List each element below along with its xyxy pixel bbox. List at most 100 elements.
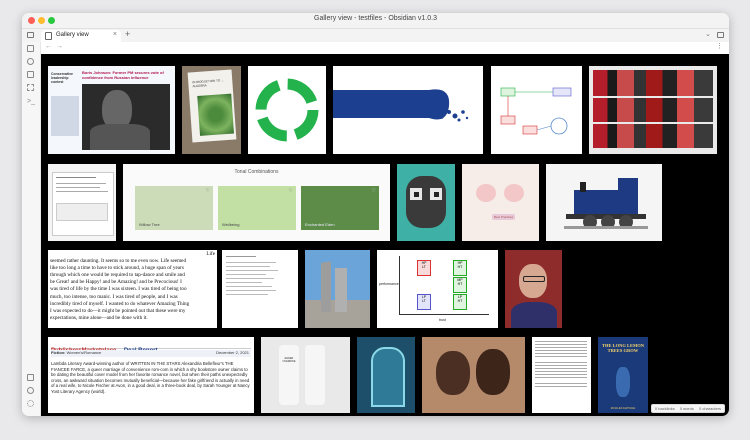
gallery-tile-screenshot-grid[interactable] bbox=[589, 66, 717, 154]
x-axis-label: trust bbox=[439, 318, 446, 322]
help-icon[interactable] bbox=[27, 387, 34, 394]
swatch-willow-tree: Willow Tree ♡ bbox=[135, 186, 213, 230]
gallery-tile-code-screenshot[interactable] bbox=[48, 164, 116, 241]
calendar-icon[interactable] bbox=[27, 71, 34, 78]
book-title: INTRODUCTION TO ... ALGEBRA bbox=[192, 78, 224, 89]
book-cover: INTRODUCTION TO ... ALGEBRA bbox=[187, 69, 237, 143]
poem-line: like too long a time to have to stick ar… bbox=[50, 265, 184, 272]
gallery-tile-puppies[interactable] bbox=[422, 337, 525, 413]
back-icon[interactable]: ← bbox=[45, 43, 52, 50]
portrait-shirt bbox=[511, 302, 557, 328]
gallery-view: Conservative leadership contest Boris Jo… bbox=[41, 54, 729, 416]
quad-hp-ht: HP HT bbox=[453, 260, 467, 276]
right-sidebar-toggle-icon[interactable] bbox=[717, 32, 724, 38]
gallery-tile-pigs[interactable]: Best Practices bbox=[462, 164, 539, 241]
bottle-label: ENDER OVERRIDE bbox=[282, 357, 296, 363]
tonal-title: Tonal Combinations bbox=[234, 169, 279, 175]
terminal-icon[interactable]: >_ bbox=[27, 98, 35, 105]
gallery-tile-text-page[interactable] bbox=[532, 337, 591, 413]
app-window: Gallery view - testfiles - Obsidian v1.0… bbox=[22, 13, 729, 416]
gallery-tile-bottles[interactable]: ENDER OVERRIDE bbox=[261, 337, 350, 413]
status-bar: 0 backlinks 0 words 0 characters bbox=[650, 404, 725, 413]
gallery-tile-tonal-combinations[interactable]: Tonal Combinations Willow Tree ♡ Wellbei… bbox=[123, 164, 390, 241]
gallery-tile-lemon-book[interactable]: THE LONG LEMON TREES GROW ZOULFA KATOUH bbox=[598, 337, 648, 413]
poem-line: through which one would be required to t… bbox=[50, 272, 185, 279]
quad-hp-lt: HP LT bbox=[417, 260, 431, 276]
pixel-art bbox=[406, 176, 446, 228]
gallery-tile-flow-diagram[interactable] bbox=[491, 66, 582, 154]
deal-body: Lambda Literary Award-winning author of … bbox=[51, 361, 250, 394]
new-tab-icon[interactable]: + bbox=[125, 29, 130, 39]
sidebar-toggle-icon[interactable] bbox=[27, 32, 34, 38]
gallery-tile-monument[interactable] bbox=[305, 250, 370, 328]
wave-graphic bbox=[429, 89, 469, 122]
gallery-tile-portrait[interactable] bbox=[505, 250, 562, 328]
deal-header: PublishersMarketplace Deal Report bbox=[51, 339, 251, 354]
tab-bar: Gallery view × + ⌄ bbox=[22, 29, 729, 42]
quad-lp-ht: LP HT bbox=[453, 294, 467, 310]
puppy bbox=[476, 349, 510, 395]
gallery-tile-green-cycle[interactable] bbox=[248, 66, 326, 154]
y-axis bbox=[399, 256, 400, 314]
tab-label: Gallery view bbox=[56, 32, 89, 38]
flow-diagram bbox=[500, 87, 572, 135]
poem-line: was tired of life by the time I was sixt… bbox=[50, 286, 187, 293]
pig-label: Best Practices bbox=[492, 214, 516, 220]
tile-caption: Conservative leadership contest bbox=[51, 72, 73, 84]
ribbon: >_ bbox=[22, 42, 41, 416]
swatch-wellbeing: Wellbeing ♡ bbox=[218, 186, 296, 230]
poem-line: much, too intense, too manic. I was tire… bbox=[50, 293, 178, 300]
gallery-tile-blue-wave[interactable] bbox=[333, 66, 483, 154]
close-icon[interactable]: × bbox=[113, 31, 117, 38]
gallery-tile-list-document[interactable] bbox=[222, 250, 298, 328]
code-preview bbox=[52, 172, 114, 236]
gear-icon[interactable] bbox=[27, 400, 34, 407]
more-options-icon[interactable]: ⋮ bbox=[716, 42, 723, 50]
monument-slab bbox=[321, 261, 331, 313]
poem-line: I was expected to do—it might be pointed… bbox=[50, 307, 186, 314]
tile-headline: Boris Johnson: Former PM secures vote of… bbox=[82, 70, 164, 80]
command-icon[interactable] bbox=[27, 84, 34, 91]
tile-photo bbox=[82, 84, 170, 150]
character-count: 0 characters bbox=[698, 406, 721, 411]
puppy bbox=[436, 351, 470, 395]
grid-preview bbox=[593, 70, 713, 148]
files-icon[interactable] bbox=[27, 45, 34, 52]
train-image bbox=[564, 178, 648, 229]
vault-icon[interactable] bbox=[27, 374, 34, 381]
gallery-tile-train[interactable] bbox=[546, 164, 662, 241]
backlinks-count: 0 backlinks bbox=[654, 406, 675, 411]
doorway-shape bbox=[371, 347, 405, 407]
bottle bbox=[279, 345, 299, 405]
swatch-enchanted-eden: Enchanted Eden ♡ bbox=[301, 186, 379, 230]
quad-lp-lt: LP LT bbox=[417, 294, 431, 310]
text-page-lines bbox=[535, 341, 587, 389]
lemon-book-tree bbox=[616, 367, 630, 397]
gallery-tile-algebra-book[interactable]: INTRODUCTION TO ... ALGEBRA bbox=[182, 66, 241, 154]
gallery-tile-poem-text[interactable]: Life seemed rather daunting. It seems so … bbox=[48, 250, 217, 328]
title-bar: Gallery view - testfiles - Obsidian v1.0… bbox=[22, 13, 729, 29]
word-count: 0 words bbox=[679, 406, 694, 411]
recycle-icon bbox=[255, 78, 319, 142]
window-title: Gallery view - testfiles - Obsidian v1.0… bbox=[314, 15, 437, 22]
pig-face-left bbox=[476, 184, 496, 202]
list-preview bbox=[226, 256, 286, 298]
gallery-tile-trust-chart[interactable]: performance trust HP LT HP HT MP HT LP H… bbox=[377, 250, 498, 328]
gallery-tile-news-article[interactable]: Conservative leadership contest Boris Jo… bbox=[48, 66, 175, 154]
graph-icon[interactable] bbox=[27, 58, 34, 65]
tab-gallery-view[interactable]: Gallery view × bbox=[41, 30, 121, 42]
quad-mp-ht: MP HT bbox=[453, 277, 467, 293]
lemon-book-title: THE LONG LEMON TREES GROW bbox=[601, 343, 644, 353]
gallery-tile-doorway-art[interactable] bbox=[357, 337, 415, 413]
tile-sidebar-image bbox=[51, 96, 79, 136]
forward-icon[interactable]: → bbox=[56, 43, 63, 50]
book-art bbox=[197, 93, 234, 136]
lemon-book-author: ZOULFA KATOUH bbox=[610, 406, 636, 410]
file-icon bbox=[45, 32, 52, 40]
gallery-tile-deal-report[interactable]: PublishersMarketplace Deal Report Fictio… bbox=[48, 337, 254, 413]
pig-face-right bbox=[504, 184, 524, 202]
gallery-tile-pixel-creature[interactable] bbox=[397, 164, 455, 241]
bottle bbox=[305, 345, 325, 405]
glasses bbox=[523, 276, 545, 282]
chevron-down-icon[interactable]: ⌄ bbox=[705, 30, 711, 38]
